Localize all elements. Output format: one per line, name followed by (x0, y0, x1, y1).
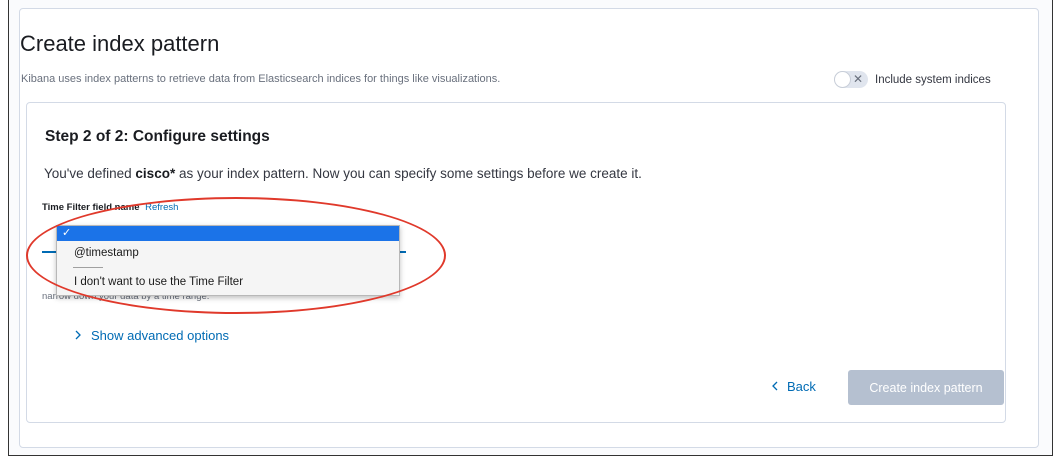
toggle-label: Include system indices (875, 73, 991, 86)
time-filter-dropdown-menu[interactable]: ✓ @timestamp I don't want to use the Tim… (56, 225, 400, 296)
back-button[interactable]: Back (771, 379, 816, 394)
show-advanced-options-link[interactable]: Show advanced options (74, 328, 229, 343)
time-filter-label-text: Time Filter field name (42, 202, 140, 213)
page-subtitle: Kibana uses index patterns to retrieve d… (21, 73, 501, 85)
desc-prefix: You've defined (44, 166, 136, 181)
include-system-indices-toggle[interactable]: ✕ Include system indices (834, 71, 991, 88)
chevron-right-icon (74, 328, 82, 343)
advanced-options-label: Show advanced options (91, 328, 230, 343)
index-pattern-name: cisco* (135, 166, 176, 181)
dropdown-option-no-time-filter[interactable]: I don't want to use the Time Filter (57, 273, 399, 291)
refresh-link[interactable]: Refresh (145, 202, 178, 213)
toggle-knob (835, 72, 850, 87)
dropdown-separator (73, 267, 103, 268)
checkmark-icon: ✓ (62, 227, 72, 239)
create-index-pattern-button[interactable]: Create index pattern (848, 370, 1004, 405)
page-title: Create index pattern (20, 31, 220, 56)
time-filter-field-label: Time Filter field name Refresh (42, 202, 178, 213)
back-label: Back (787, 379, 816, 394)
desc-suffix: as your index pattern. Now you can speci… (175, 166, 642, 181)
toggle-switch[interactable]: ✕ (834, 71, 868, 88)
step-description: You've defined cisco* as your index patt… (44, 166, 642, 181)
chevron-left-icon (771, 379, 779, 394)
dropdown-option-empty-selected[interactable]: ✓ (57, 226, 399, 241)
step-title: Step 2 of 2: Configure settings (45, 128, 270, 145)
dropdown-option-timestamp[interactable]: @timestamp (57, 244, 399, 262)
close-icon: ✕ (852, 72, 863, 86)
